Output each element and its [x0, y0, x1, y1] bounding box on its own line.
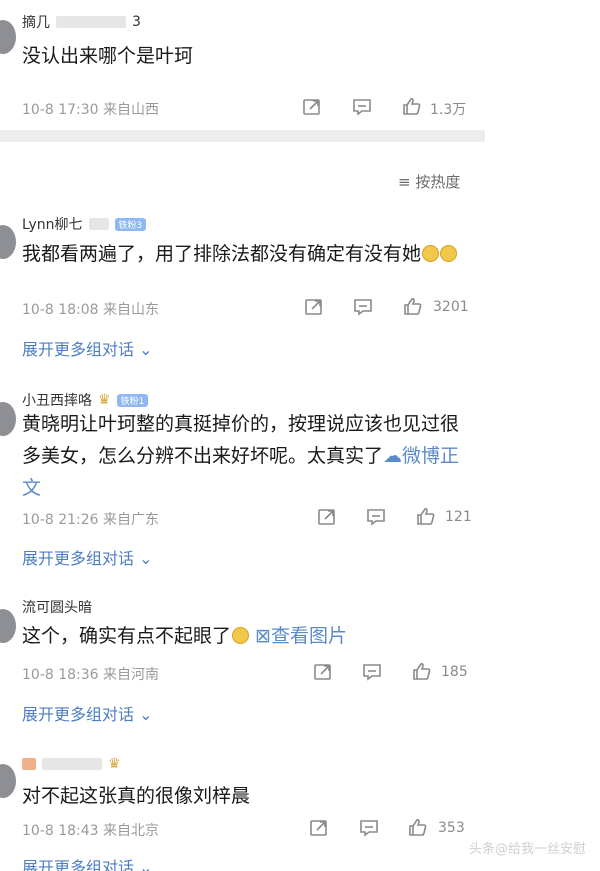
laugh-emoji-icon	[440, 245, 458, 262]
comment-icon[interactable]	[366, 508, 386, 526]
like-icon[interactable]	[416, 507, 436, 525]
share-icon[interactable]	[313, 663, 333, 681]
like-count: 3201	[433, 299, 469, 315]
view-image-link[interactable]: ⊠查看图片	[255, 625, 347, 647]
like-icon[interactable]	[412, 662, 432, 680]
comment-username[interactable]: 流可圆头暗	[22, 597, 92, 617]
watermark: 头条@给我一丝安慰	[468, 842, 586, 857]
comment-icon[interactable]	[353, 298, 373, 316]
share-icon[interactable]	[302, 98, 322, 116]
username-suffix: 3	[132, 14, 141, 30]
avatar[interactable]	[0, 20, 16, 54]
sort-label: 按热度	[415, 173, 461, 191]
expand-conversation-link[interactable]: 展开更多组对话 ⌄	[22, 336, 153, 360]
expand-label: 展开更多组对话	[22, 340, 135, 359]
share-icon[interactable]	[317, 508, 337, 526]
username-text: Lynn柳七	[22, 217, 83, 233]
comment-username[interactable]: 小丑西摔咯 ♛ 铁粉1	[22, 390, 149, 410]
link-label: 查看图片	[270, 625, 347, 647]
avatar[interactable]	[0, 225, 16, 259]
chevron-down-icon: ⌄	[134, 858, 153, 871]
avatar[interactable]	[0, 609, 16, 643]
expand-conversation-link[interactable]: 展开更多组对话 ⌄	[22, 854, 153, 871]
image-icon: ⊠	[255, 625, 271, 647]
chevron-down-icon: ⌄	[134, 705, 153, 724]
comment-text: 这个，确实有点不起眼了 ⊠查看图片	[22, 620, 540, 652]
laugh-emoji-icon	[232, 627, 250, 644]
username-text: 摘几	[22, 15, 50, 31]
username-text: 流可圆头暗	[22, 600, 92, 616]
like-count: 1.3万	[430, 102, 467, 118]
blurred-username	[42, 758, 102, 770]
fan-badge: 铁粉3	[114, 217, 147, 231]
blurred-username	[56, 16, 126, 28]
expand-conversation-link[interactable]: 展开更多组对话 ⌄	[22, 701, 153, 725]
like-icon[interactable]	[402, 97, 422, 115]
fan-badge: 铁粉1	[116, 393, 149, 407]
chevron-down-icon: ⌄	[134, 340, 153, 359]
like-count: 353	[438, 820, 465, 836]
comment-username[interactable]: Lynn柳七 铁粉3	[22, 214, 147, 234]
avatar[interactable]	[0, 764, 16, 798]
username-text: 小丑西摔咯	[22, 393, 92, 409]
sort-lines-icon: ≡	[398, 173, 411, 191]
expand-conversation-link[interactable]: 展开更多组对话 ⌄	[22, 545, 153, 569]
chevron-down-icon: ⌄	[134, 549, 153, 568]
comment-text: 黄晓明让叶珂整的真挺掉价的，按理说应该也见过很多美女，怎么分辨不出来好坏呢。太真…	[22, 408, 475, 504]
sort-button[interactable]: ≡ 按热度	[398, 171, 460, 192]
expand-label: 展开更多组对话	[22, 549, 135, 568]
comment-icon[interactable]	[359, 819, 379, 837]
comment-meta: 10-8 21:26 来自广东	[22, 512, 160, 528]
comment-list: 摘几 3 没认出来哪个是叶珂 10-8 17:30 来自山西 1.3万 ≡ 按热…	[0, 0, 600, 871]
avatar[interactable]	[0, 402, 16, 436]
cloud-icon: ☁	[383, 445, 403, 467]
laugh-emoji-icon	[422, 245, 440, 262]
crown-icon: ♛	[108, 756, 121, 772]
like-count: 185	[441, 664, 468, 680]
share-icon[interactable]	[304, 298, 324, 316]
comment-text: 没认出来哪个是叶珂	[22, 45, 194, 67]
comment-text-content: 这个，确实有点不起眼了	[22, 625, 232, 647]
expand-label: 展开更多组对话	[22, 858, 135, 871]
section-divider	[0, 130, 485, 142]
comment-icon[interactable]	[352, 98, 372, 116]
comment-text: 我都看两遍了，用了排除法都没有确定有没有她	[22, 238, 475, 270]
comment-text-content: 我都看两遍了，用了排除法都没有确定有没有她	[22, 243, 422, 265]
crown-icon: ♛	[98, 392, 111, 408]
comment-meta: 10-8 18:43 来自北京	[22, 823, 160, 839]
blurred-username	[22, 758, 36, 770]
comment-text: 对不起这张真的很像刘梓晨	[22, 785, 251, 807]
comment-meta: 10-8 18:36 来自河南	[22, 667, 160, 683]
comment-meta: 10-8 18:08 来自山东	[22, 302, 160, 318]
like-count: 121	[445, 509, 472, 525]
comment-icon[interactable]	[362, 663, 382, 681]
like-icon[interactable]	[403, 297, 423, 315]
like-icon[interactable]	[408, 818, 428, 836]
comment-username[interactable]: ♛	[22, 756, 121, 772]
comment-username[interactable]: 摘几 3	[22, 12, 141, 32]
share-icon[interactable]	[309, 819, 329, 837]
comment-meta: 10-8 17:30 来自山西	[22, 102, 160, 118]
blurred-username	[88, 218, 109, 230]
expand-label: 展开更多组对话	[22, 705, 135, 724]
